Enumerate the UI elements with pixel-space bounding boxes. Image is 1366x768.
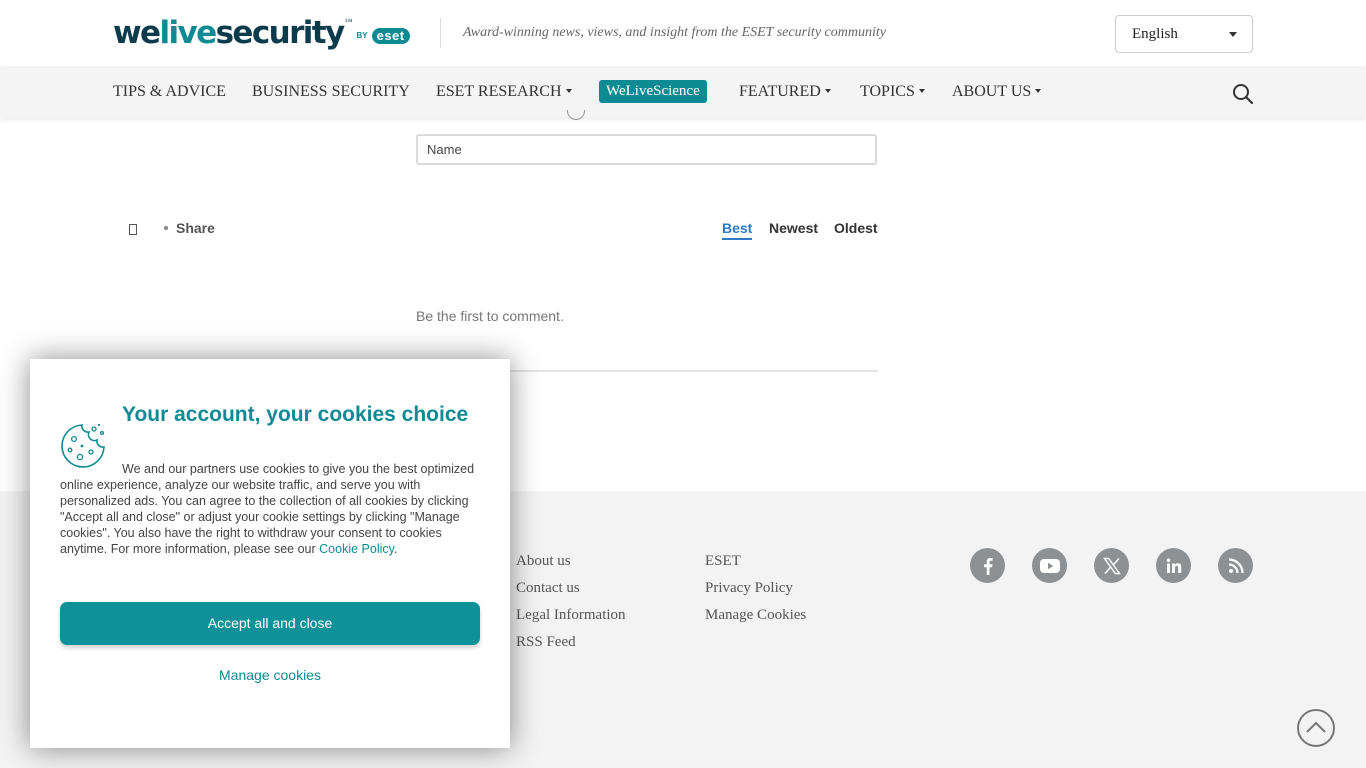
sort-oldest-tab[interactable]: Oldest [834, 220, 878, 236]
footer-link-rss-feed[interactable]: RSS Feed [516, 634, 576, 651]
chevron-down-icon [918, 88, 925, 93]
rss-icon[interactable] [1218, 548, 1253, 583]
empty-comments-text: Be the first to comment. [416, 308, 564, 324]
nav-about-us[interactable]: ABOUT US [952, 83, 1042, 101]
eset-logo: eset [371, 28, 410, 44]
logo-trademark: ™ [344, 17, 353, 26]
search-icon[interactable] [1232, 83, 1254, 105]
site-tagline: Award-winning news, views, and insight f… [463, 25, 886, 40]
sort-newest-tab[interactable]: Newest [769, 220, 818, 236]
recommend-icon[interactable] [129, 224, 137, 235]
top-header: welivesecurity ™ BY eset Award-winning n… [0, 0, 1366, 66]
linkedin-icon[interactable] [1156, 548, 1191, 583]
footer-link-privacy-policy[interactable]: Privacy Policy [705, 580, 793, 597]
footer-link-about-us[interactable]: About us [516, 553, 571, 570]
logo-wordmark: welivesecurity [113, 15, 345, 51]
name-input[interactable]: Name [416, 134, 877, 165]
scroll-to-top-button[interactable] [1297, 709, 1335, 747]
x-icon[interactable] [1094, 548, 1129, 583]
chevron-down-icon [1229, 32, 1237, 37]
help-circle-icon [567, 110, 585, 120]
manage-cookies-button[interactable]: Manage cookies [60, 667, 480, 683]
cookie-policy-link[interactable]: Cookie Policy [319, 542, 394, 556]
nav-welivescience[interactable]: WeLiveScience [599, 80, 707, 103]
language-value: English [1132, 26, 1178, 42]
bullet-icon [164, 226, 168, 231]
footer-link-eset[interactable]: ESET [705, 553, 741, 570]
cookie-consent-dialog: Your account, your cookies choice We and… [30, 359, 510, 748]
welivesecurity-logo[interactable]: welivesecurity ™ BY eset [113, 14, 410, 52]
share-button[interactable]: Share [164, 220, 215, 236]
cookie-dialog-body: We and our partners use cookies to give … [60, 462, 475, 556]
chevron-down-icon [1035, 88, 1042, 93]
footer-link-contact-us[interactable]: Contact us [516, 580, 580, 597]
cookie-dialog-title: Your account, your cookies choice [122, 403, 469, 426]
accept-all-button[interactable]: Accept all and close [60, 602, 480, 645]
chevron-down-icon [565, 88, 572, 93]
youtube-icon[interactable] [1032, 548, 1067, 583]
language-select[interactable]: English [1115, 15, 1253, 53]
footer-link-manage-cookies[interactable]: Manage Cookies [705, 607, 806, 624]
nav-topics[interactable]: TOPICS [860, 83, 925, 101]
sort-best-tab[interactable]: Best [722, 220, 753, 240]
nav-business-security[interactable]: BUSINESS SECURITY [252, 83, 410, 101]
nav-eset-research[interactable]: ESET RESEARCH [436, 83, 572, 101]
nav-tips-advice[interactable]: TIPS & ADVICE [113, 83, 226, 101]
logo-by: BY [356, 31, 368, 40]
footer-link-legal-information[interactable]: Legal Information [516, 607, 626, 624]
chevron-up-icon [1306, 721, 1326, 733]
nav-featured[interactable]: FEATURED [739, 83, 831, 101]
header-divider [440, 18, 441, 48]
chevron-down-icon [824, 88, 831, 93]
facebook-icon[interactable] [970, 548, 1005, 583]
